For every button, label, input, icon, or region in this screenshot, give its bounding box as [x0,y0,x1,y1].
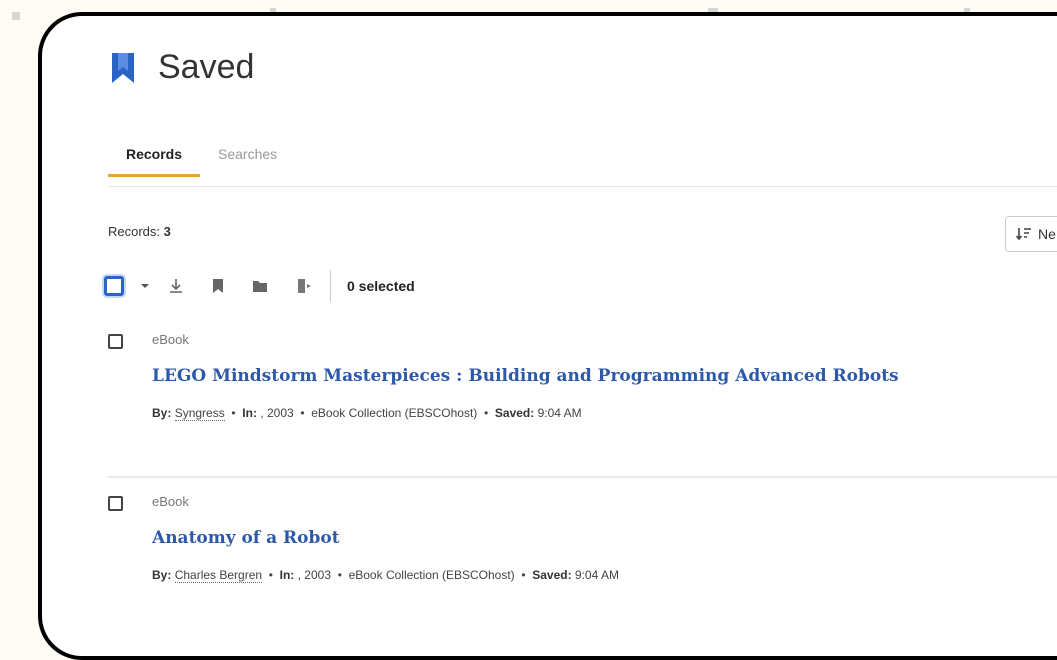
meta-sep: • [334,568,346,582]
tab-bar: Records Searches [108,144,1057,187]
folder-icon[interactable] [252,279,268,293]
author-link[interactable]: Charles Bergren [174,568,263,583]
tab-records[interactable]: Records [108,146,200,177]
record-type: eBook [152,494,189,509]
record-title-link[interactable]: Anatomy of a Robot [152,528,340,548]
caret-down-icon[interactable] [140,282,150,290]
in-label: In: [242,406,257,420]
record-divider [108,476,1057,478]
record-type: eBook [152,332,189,347]
page-header: Saved [110,48,254,87]
records-count: Records: 3 [108,224,171,239]
meta-sep: • [265,568,277,582]
records-count-value: 3 [163,224,171,239]
tab-searches[interactable]: Searches [218,146,277,174]
sort-label: Ne [1038,226,1056,242]
record-meta: By: Syngress • In: , 2003 • eBook Collec… [152,406,582,421]
in-value: , 2003 [260,406,294,420]
record-checkbox[interactable] [108,496,123,511]
saved-time: 9:04 AM [574,568,619,582]
bookmark-action-icon[interactable] [212,278,224,294]
selected-count: 0 selected [347,278,415,294]
page-title: Saved [158,48,255,86]
record-meta: By: Charles Bergren • In: , 2003 • eBook… [152,568,619,583]
by-label: By: [152,406,172,420]
saved-time: 9:04 AM [537,406,582,420]
meta-sep: • [228,406,239,420]
collection-name: eBook Collection (EBSCOhost) [348,568,515,582]
sort-icon [1016,228,1031,241]
meta-sep: • [480,406,492,420]
saved-panel: Saved Records Searches Records: 3 Ne 0 s… [38,12,1057,660]
records-count-label: Records: [108,224,161,239]
saved-label: Saved: [532,568,572,582]
record-checkbox[interactable] [108,334,123,349]
in-label: In: [279,568,295,582]
select-all-checkbox[interactable] [104,276,124,296]
bookmark-icon [112,52,134,83]
author-link[interactable]: Syngress [174,406,225,421]
meta-sep: • [297,406,308,420]
in-value: , 2003 [297,568,332,582]
by-label: By: [152,568,172,582]
collection-name: eBook Collection (EBSCOhost) [311,406,478,420]
meta-sep: • [518,568,529,582]
bulk-toolbar: 0 selected [104,270,415,302]
download-icon[interactable] [168,278,184,294]
saved-label: Saved: [494,406,535,420]
share-icon[interactable] [296,278,312,294]
sort-button[interactable]: Ne [1005,216,1057,252]
toolbar-divider [330,270,331,302]
record-title-link[interactable]: LEGO Mindstorm Masterpieces : Building a… [152,366,899,386]
